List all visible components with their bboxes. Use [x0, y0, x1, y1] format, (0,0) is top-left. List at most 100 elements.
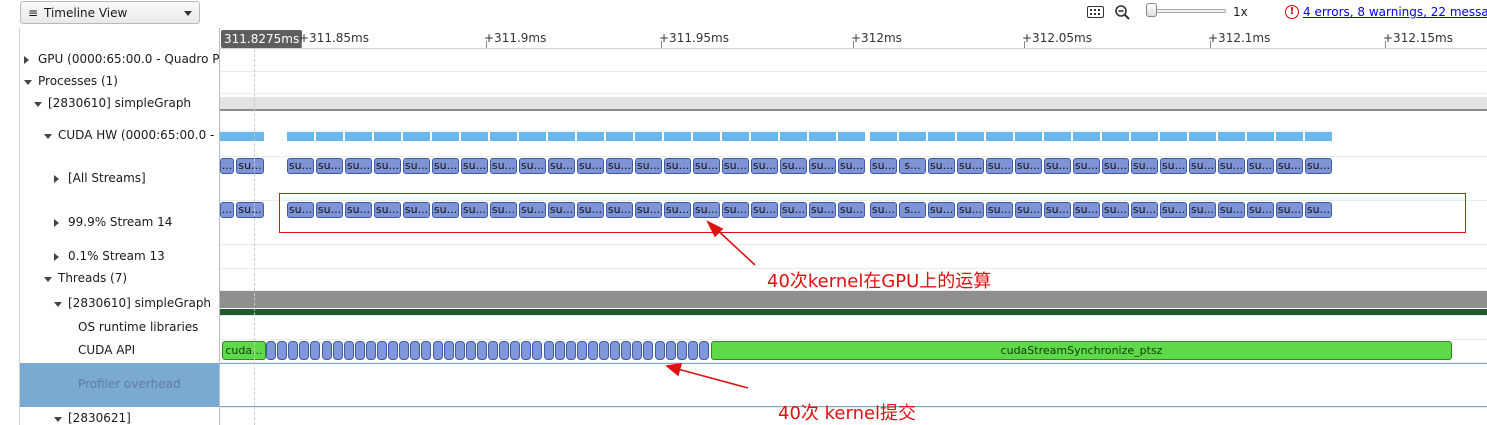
tree-row[interactable]: Processes (1): [20, 72, 219, 92]
kernel-launch-call[interactable]: [410, 341, 421, 360]
tree-row[interactable]: CUDA HW (0000:65:00.0 -: [20, 125, 219, 147]
tree-row[interactable]: 0.1% Stream 13: [20, 246, 219, 268]
hw-activity-segment[interactable]: [809, 130, 836, 141]
kernel-launch-call[interactable]: [687, 341, 698, 360]
kernel-segment[interactable]: su...: [986, 158, 1013, 174]
kernel-launch-call[interactable]: [299, 341, 310, 360]
tree-row[interactable]: Profiler overhead: [20, 363, 219, 407]
hw-activity-segment[interactable]: [899, 130, 926, 141]
cuda-stream-sync-call[interactable]: cudaStreamSynchronize_ptsz: [711, 341, 1452, 360]
hw-activity-segment[interactable]: [519, 130, 546, 141]
chevron-right-icon[interactable]: [24, 56, 29, 64]
kernel-launch-call[interactable]: [443, 341, 454, 360]
chevron-right-icon[interactable]: [54, 253, 59, 261]
tree-row[interactable]: CUDA API: [20, 341, 219, 361]
hw-activity-segment[interactable]: [1160, 130, 1187, 141]
hw-activity-segment[interactable]: [374, 130, 401, 141]
kernel-segment[interactable]: su...: [1015, 158, 1042, 174]
kernel-launch-call[interactable]: [310, 341, 321, 360]
kernel-segment[interactable]: ...: [220, 202, 234, 218]
kernel-segment[interactable]: su...: [1044, 158, 1071, 174]
kernel-segment[interactable]: su...: [316, 158, 343, 174]
keyboard-icon[interactable]: [1087, 6, 1104, 18]
kernel-segment[interactable]: su...: [287, 158, 314, 174]
kernel-launch-call[interactable]: [543, 341, 554, 360]
kernel-launch-call[interactable]: [465, 341, 476, 360]
kernel-launch-call[interactable]: [343, 341, 354, 360]
kernel-segment[interactable]: su...: [1189, 158, 1216, 174]
tree-row[interactable]: Threads (7): [20, 268, 219, 290]
kernel-segment[interactable]: su...: [236, 158, 264, 174]
tree-row[interactable]: OS runtime libraries: [20, 318, 219, 338]
hw-activity-segment[interactable]: [1218, 130, 1245, 141]
kernel-segment[interactable]: su...: [928, 158, 955, 174]
kernel-launch-call[interactable]: [599, 341, 610, 360]
tree-row[interactable]: [All Streams]: [20, 168, 219, 190]
kernel-launch-call[interactable]: [499, 341, 510, 360]
kernel-launch-call[interactable]: [488, 341, 499, 360]
hw-activity-segment[interactable]: [345, 130, 372, 141]
time-ruler[interactable]: 311.8275ms +311.85ms +311.9ms +311.95ms +31…: [220, 28, 1487, 49]
cuda-api-call[interactable]: cuda...: [222, 341, 266, 360]
kernel-launch-call[interactable]: [621, 341, 632, 360]
kernel-segment[interactable]: su...: [548, 158, 575, 174]
kernel-segment[interactable]: su...: [1102, 158, 1129, 174]
chevron-down-icon[interactable]: [34, 102, 42, 107]
hw-activity-segment[interactable]: [635, 130, 662, 141]
kernel-launch-call[interactable]: [432, 341, 443, 360]
hw-activity-segment[interactable]: [316, 130, 343, 141]
tree-row[interactable]: [2830610] simpleGraph: [20, 94, 219, 114]
kernel-launch-call[interactable]: [377, 341, 388, 360]
kernel-launch-call[interactable]: [610, 341, 621, 360]
zoom-slider-thumb[interactable]: [1146, 3, 1157, 17]
kernel-segment[interactable]: ...: [220, 158, 234, 174]
hw-activity-segment[interactable]: [1247, 130, 1274, 141]
kernel-launch-call[interactable]: [532, 341, 543, 360]
kernel-launch-call[interactable]: [266, 341, 277, 360]
hw-activity-segment[interactable]: [490, 130, 517, 141]
hw-activity-segment[interactable]: [1015, 130, 1042, 141]
kernel-launch-call[interactable]: [288, 341, 299, 360]
kernel-launch-call[interactable]: [421, 341, 432, 360]
hw-activity-segment[interactable]: [722, 130, 749, 141]
diagnostics-link[interactable]: 4 errors, 8 warnings, 22 messa: [1303, 5, 1487, 19]
kernel-launch-call[interactable]: [654, 341, 665, 360]
kernel-segment[interactable]: su...: [1131, 158, 1158, 174]
kernel-launch-call[interactable]: [643, 341, 654, 360]
hw-activity-segment[interactable]: [220, 130, 264, 141]
kernel-launch-call[interactable]: [476, 341, 487, 360]
kernel-segment[interactable]: su...: [809, 158, 836, 174]
zoom-out-icon[interactable]: [1114, 4, 1132, 22]
hw-activity-segment[interactable]: [606, 130, 633, 141]
view-selector-dropdown[interactable]: ≡ Timeline View: [20, 1, 200, 24]
kernel-segment[interactable]: su...: [490, 158, 517, 174]
hw-activity-segment[interactable]: [957, 130, 984, 141]
kernel-launch-call[interactable]: [399, 341, 410, 360]
kernel-segment[interactable]: su...: [432, 158, 459, 174]
kernel-segment[interactable]: su...: [374, 158, 401, 174]
hw-activity-segment[interactable]: [1073, 130, 1100, 141]
kernel-segment[interactable]: su...: [780, 158, 807, 174]
kernel-launch-call[interactable]: [632, 341, 643, 360]
kernel-segment[interactable]: su...: [519, 158, 546, 174]
chevron-right-icon[interactable]: [54, 219, 59, 227]
hw-activity-segment[interactable]: [780, 130, 807, 141]
kernel-segment[interactable]: su...: [870, 158, 897, 174]
kernel-segment[interactable]: su...: [664, 158, 691, 174]
kernel-launch-call[interactable]: [554, 341, 565, 360]
kernel-launch-call[interactable]: [587, 341, 598, 360]
kernel-launch-call[interactable]: [321, 341, 332, 360]
kernel-launch-call[interactable]: [454, 341, 465, 360]
kernel-segment[interactable]: su...: [1073, 158, 1100, 174]
kernel-segment[interactable]: su...: [957, 158, 984, 174]
kernel-launch-call[interactable]: [576, 341, 587, 360]
hw-activity-segment[interactable]: [1131, 130, 1158, 141]
chevron-down-icon[interactable]: [44, 134, 52, 139]
kernel-segment[interactable]: s...: [899, 158, 926, 174]
hw-activity-segment[interactable]: [986, 130, 1013, 141]
hw-activity-segment[interactable]: [287, 130, 314, 141]
hw-activity-segment[interactable]: [870, 130, 897, 141]
kernel-segment[interactable]: su...: [345, 158, 372, 174]
chevron-down-icon[interactable]: [54, 417, 62, 422]
tree-row[interactable]: [2830610] simpleGraph: [20, 293, 219, 315]
